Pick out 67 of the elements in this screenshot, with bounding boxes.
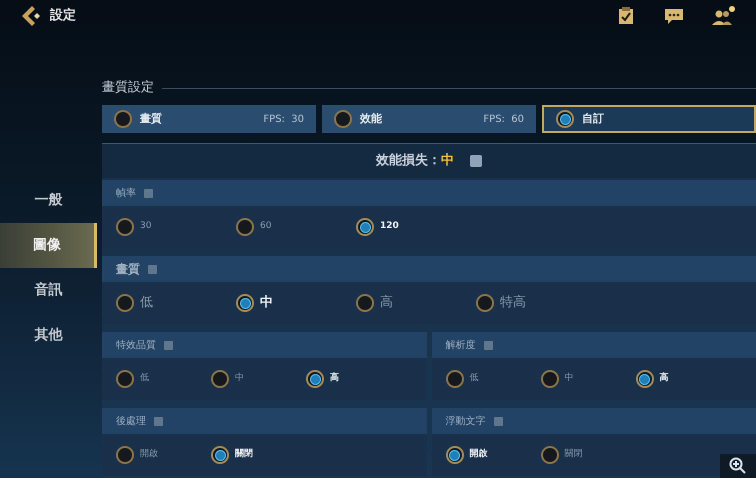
option-label: 高 (330, 372, 339, 386)
fps-label: FPS: 30 (263, 112, 304, 126)
help-icon[interactable] (164, 340, 173, 350)
zoom-in-icon (729, 457, 747, 475)
radio-button[interactable] (306, 370, 324, 388)
option-label: 開啟 (140, 448, 158, 462)
option-label: 低 (140, 372, 149, 386)
preset-label: 效能 (360, 110, 382, 127)
performance-loss-value: 中 (441, 152, 454, 170)
radio-button[interactable] (116, 218, 134, 236)
radio-button[interactable] (446, 446, 464, 464)
radio-button[interactable] (540, 446, 558, 464)
sidebar-tab[interactable]: 一般 (0, 178, 97, 223)
group-title: 特效品質 (116, 338, 156, 352)
sidebar-tab[interactable]: 圖像 (0, 223, 97, 268)
radio-button[interactable] (211, 446, 229, 464)
sidebar-tab[interactable]: 音訊 (0, 268, 97, 313)
radio-button[interactable] (116, 446, 134, 464)
option-label: 30 (140, 220, 152, 234)
section-title: 畫質設定 (102, 79, 154, 98)
group-title: 畫質 (116, 261, 140, 278)
help-icon[interactable] (154, 416, 163, 426)
help-icon[interactable] (484, 340, 492, 350)
preset-label: 畫質 (140, 110, 162, 127)
preset-button[interactable]: 畫質 FPS: 30 (102, 105, 316, 133)
help-icon[interactable] (144, 188, 153, 198)
preset-button[interactable]: 自訂 (542, 105, 756, 133)
option-label: 低 (470, 372, 478, 386)
option-label: 120 (380, 220, 399, 234)
radio-button[interactable] (356, 218, 374, 236)
radio-button[interactable] (540, 370, 558, 388)
help-icon[interactable] (494, 416, 502, 426)
option-label: 特高 (500, 294, 526, 312)
group-title: 浮動文字 (446, 414, 486, 428)
radio-button[interactable] (116, 370, 134, 388)
radio-button[interactable] (636, 370, 654, 388)
group-title: 幀率 (116, 186, 136, 200)
radio-button[interactable] (211, 370, 229, 388)
option-label: 關閉 (235, 448, 253, 462)
group-title: 解析度 (446, 338, 476, 352)
radio-button[interactable] (356, 294, 374, 312)
option-label: 低 (140, 294, 153, 312)
friends-icon[interactable] (712, 6, 736, 26)
preset-label: 自訂 (582, 110, 604, 127)
option-label: 高 (660, 372, 668, 386)
radio-button[interactable] (236, 294, 254, 312)
radio-button[interactable] (236, 218, 254, 236)
fps-label: FPS: 60 (483, 112, 524, 126)
radio-button[interactable] (116, 294, 134, 312)
page-title: 設定 (50, 6, 76, 26)
option-label: 開啟 (470, 448, 488, 462)
option-label: 60 (260, 220, 272, 234)
option-label: 中 (564, 372, 574, 386)
option-label: 關閉 (564, 448, 582, 462)
zoom-button[interactable] (720, 454, 756, 478)
option-label: 中 (260, 294, 273, 312)
performance-loss-label: 效能損失： (376, 152, 441, 170)
radio-button[interactable] (446, 370, 464, 388)
help-icon[interactable] (148, 264, 157, 274)
sidebar-tab[interactable]: 其他 (0, 313, 97, 358)
option-label: 高 (380, 294, 393, 312)
radio-button[interactable] (476, 294, 494, 312)
chat-icon[interactable] (664, 7, 684, 25)
option-label: 中 (235, 372, 244, 386)
preset-button[interactable]: 效能 FPS: 60 (322, 105, 536, 133)
group-title: 後處理 (116, 414, 146, 428)
clipboard-check-icon[interactable] (618, 7, 634, 25)
